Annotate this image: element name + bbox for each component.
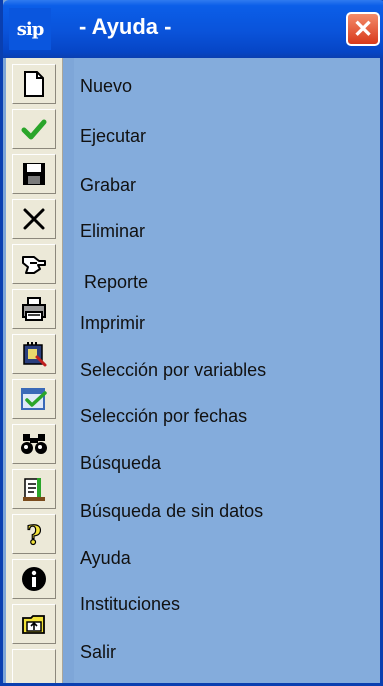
printer-icon — [22, 297, 46, 321]
svg-text:?: ? — [26, 521, 41, 548]
delete-x-icon — [23, 208, 45, 230]
checkmark-icon — [21, 119, 47, 140]
label-new: Nuevo — [80, 76, 133, 96]
exit-button[interactable] — [12, 604, 56, 644]
label-report: Reporte — [84, 272, 149, 292]
label-help: Ayuda — [80, 548, 131, 568]
close-icon: ✕ — [352, 15, 374, 43]
save-button[interactable] — [12, 154, 56, 194]
label-search: Búsqueda — [80, 453, 162, 473]
empty-search-icon — [23, 478, 45, 501]
select-by-variables-button[interactable] — [12, 334, 56, 374]
help-window: sip - Ayuda - ✕ ? Nuevo Ejecutar Grabar … — [0, 0, 383, 686]
toolbar-separator — [63, 58, 74, 683]
print-button[interactable] — [12, 289, 56, 329]
new-document-icon — [24, 71, 44, 97]
select-by-dates-button[interactable] — [12, 379, 56, 419]
search-button[interactable] — [12, 424, 56, 464]
app-logo-text: sip — [16, 18, 45, 40]
label-save: Grabar — [80, 175, 137, 195]
institutions-button[interactable] — [12, 559, 56, 599]
app-logo-icon: sip — [9, 8, 51, 50]
report-hand-icon — [22, 256, 46, 274]
new-button[interactable] — [12, 64, 56, 104]
icon-toolbar: ? — [6, 58, 63, 683]
label-empty-search: Búsqueda de sin datos — [80, 501, 264, 521]
binoculars-icon — [21, 434, 47, 454]
exit-folder-icon — [22, 615, 45, 634]
help-labels-panel: Nuevo Ejecutar Grabar Eliminar Reporte I… — [74, 58, 380, 683]
label-select-dates: Selección por fechas — [80, 406, 248, 426]
question-icon: ? — [26, 520, 42, 548]
help-button[interactable]: ? — [12, 514, 56, 554]
help-content: ? Nuevo Ejecutar Grabar Eliminar Reporte… — [6, 58, 380, 683]
label-select-variables: Selección por variables — [80, 360, 267, 380]
calendar-check-icon — [21, 388, 47, 410]
info-icon — [22, 567, 46, 591]
execute-button[interactable] — [12, 109, 56, 149]
variables-filter-icon — [23, 342, 47, 367]
label-delete: Eliminar — [80, 221, 146, 241]
label-exit: Salir — [80, 642, 117, 662]
title-bar[interactable]: sip - Ayuda - ✕ — [3, 0, 383, 58]
window-title: - Ayuda - — [79, 14, 172, 39]
delete-button[interactable] — [12, 199, 56, 239]
toolbar-filler — [12, 649, 56, 683]
label-print: Imprimir — [80, 313, 145, 333]
floppy-disk-icon — [23, 163, 45, 185]
label-execute: Ejecutar — [80, 126, 147, 146]
empty-search-button[interactable] — [12, 469, 56, 509]
label-institutions: Instituciones — [80, 594, 181, 614]
report-button[interactable] — [12, 244, 56, 284]
close-button[interactable]: ✕ — [346, 12, 380, 46]
